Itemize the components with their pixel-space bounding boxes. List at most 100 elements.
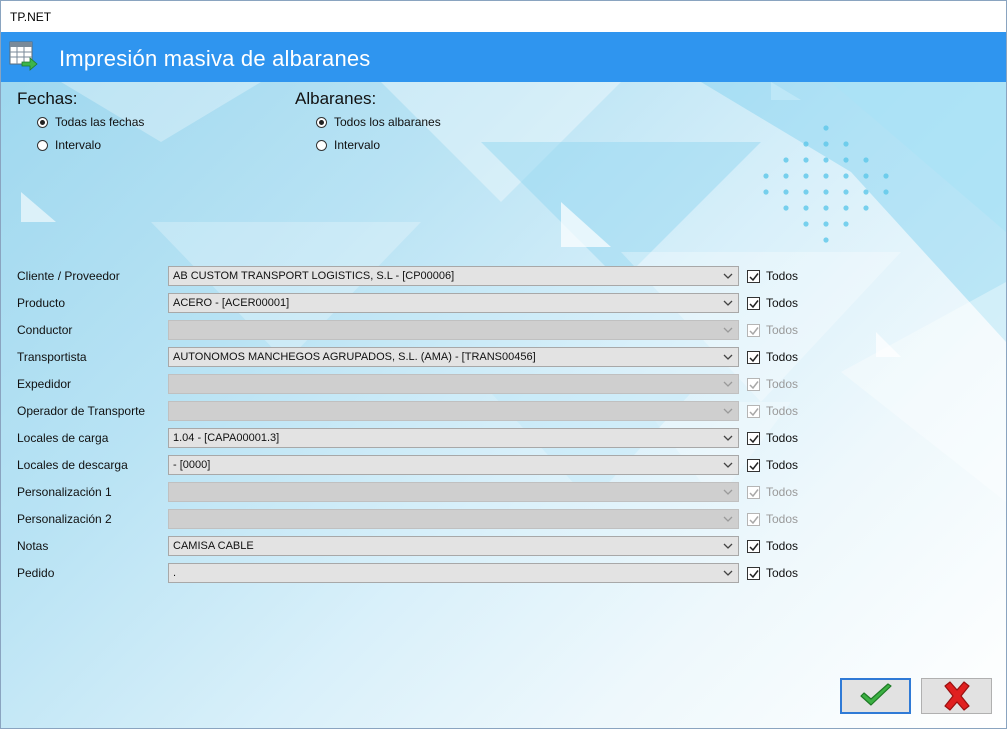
radio-todos-los-albaranes[interactable]: Todos los albaranes: [316, 115, 441, 129]
todos-checkbox-cliente-proveedor[interactable]: Todos: [747, 269, 798, 283]
label-personalizacion-1: Personalización 1: [17, 485, 112, 499]
chevron-down-icon[interactable]: [722, 458, 734, 472]
todos-checkbox-personalizacion-2: Todos: [747, 512, 798, 526]
chevron-down-icon[interactable]: [722, 323, 734, 337]
chevron-down-icon[interactable]: [722, 485, 734, 499]
albaranes-group-title: Albaranes:: [295, 89, 377, 108]
title-bar: TP.NET: [1, 1, 1006, 32]
todos-checkbox-pedido[interactable]: Todos: [747, 566, 798, 580]
checkbox-check-icon: [747, 350, 760, 364]
todos-label: Todos: [766, 539, 799, 553]
chevron-down-icon[interactable]: [722, 377, 734, 391]
cancel-button[interactable]: [921, 678, 992, 714]
todos-label: Todos: [766, 269, 799, 283]
todos-label: Todos: [766, 512, 799, 526]
todos-checkbox-expedidor: Todos: [747, 377, 798, 391]
todos-checkbox-operador-de-transporte: Todos: [747, 404, 798, 418]
label-expedidor: Expedidor: [17, 377, 72, 391]
radio-todas-las-fechas[interactable]: Todas las fechas: [37, 115, 144, 129]
label-locales-de-descarga: Locales de descarga: [17, 458, 128, 472]
checkbox-check-icon: [747, 377, 760, 391]
chevron-down-icon[interactable]: [722, 404, 734, 418]
radio-unselected-icon: [37, 139, 48, 151]
radio-intervalo-albaranes[interactable]: Intervalo: [316, 138, 380, 152]
chevron-down-icon[interactable]: [722, 350, 734, 364]
checkbox-check-icon: [747, 458, 760, 472]
combo-conductor: [168, 320, 739, 340]
app-window: TP.NET Impresión masiva de albaranes Fec…: [0, 0, 1007, 729]
radio-unselected-icon: [316, 139, 327, 151]
chevron-down-icon[interactable]: [722, 566, 734, 580]
todos-checkbox-personalizacion-1: Todos: [747, 485, 798, 499]
label-operador-de-transporte: Operador de Transporte: [17, 404, 146, 418]
combo-locales-de-carga[interactable]: 1.04 - [CAPA00001.3]: [168, 428, 739, 448]
checkbox-check-icon: [747, 404, 760, 418]
header-banner: Impresión masiva de albaranes: [1, 32, 1006, 82]
label-personalizacion-2: Personalización 2: [17, 512, 112, 526]
todos-label: Todos: [766, 323, 799, 337]
spreadsheet-arrow-icon: [9, 41, 38, 71]
page-title: Impresión masiva de albaranes: [59, 46, 371, 71]
combo-value: - [0000]: [173, 459, 211, 471]
red-x-icon: [943, 681, 970, 711]
todos-checkbox-locales-de-carga[interactable]: Todos: [747, 431, 798, 445]
combo-operador-de-transporte: [168, 401, 739, 421]
todos-label: Todos: [766, 566, 799, 580]
chevron-down-icon[interactable]: [722, 431, 734, 445]
label-producto: Producto: [17, 296, 66, 310]
main-content: Fechas: Todas las fechas Intervalo Albar…: [1, 82, 1006, 728]
accept-button[interactable]: [840, 678, 911, 714]
todos-label: Todos: [766, 377, 799, 391]
fechas-group-title: Fechas:: [17, 89, 78, 108]
checkbox-check-icon: [747, 296, 760, 310]
todos-checkbox-producto[interactable]: Todos: [747, 296, 798, 310]
checkbox-check-icon: [747, 512, 760, 526]
label-transportista: Transportista: [17, 350, 87, 364]
combo-producto[interactable]: ACERO - [ACER00001]: [168, 293, 739, 313]
combo-locales-de-descarga[interactable]: - [0000]: [168, 455, 739, 475]
todos-checkbox-notas[interactable]: Todos: [747, 539, 798, 553]
combo-cliente-proveedor[interactable]: AB CUSTOM TRANSPORT LOGISTICS, S.L - [CP…: [168, 266, 739, 286]
combo-pedido[interactable]: .: [168, 563, 739, 583]
todos-label: Todos: [766, 485, 799, 499]
label-notas: Notas: [17, 539, 49, 553]
todos-label: Todos: [766, 458, 799, 472]
todos-label: Todos: [766, 404, 799, 418]
chevron-down-icon[interactable]: [722, 512, 734, 526]
checkbox-check-icon: [747, 485, 760, 499]
checkbox-check-icon: [747, 323, 760, 337]
todos-label: Todos: [766, 296, 799, 310]
radio-selected-icon: [316, 116, 327, 128]
combo-value: CAMISA CABLE: [173, 540, 254, 552]
chevron-down-icon[interactable]: [722, 539, 734, 553]
todos-label: Todos: [766, 350, 799, 364]
combo-value: ACERO - [ACER00001]: [173, 297, 290, 309]
chevron-down-icon[interactable]: [722, 269, 734, 283]
label-pedido: Pedido: [17, 566, 55, 580]
radio-intervalo-fechas[interactable]: Intervalo: [37, 138, 101, 152]
green-check-icon: [859, 683, 892, 706]
combo-value: AB CUSTOM TRANSPORT LOGISTICS, S.L - [CP…: [173, 270, 455, 282]
radio-selected-icon: [37, 116, 48, 128]
combo-value: .: [173, 567, 177, 579]
todos-checkbox-locales-de-descarga[interactable]: Todos: [747, 458, 798, 472]
checkbox-check-icon: [747, 269, 760, 283]
window-title: TP.NET: [10, 10, 52, 24]
combo-value: AUTONOMOS MANCHEGOS AGRUPADOS, S.L. (AMA…: [173, 351, 536, 363]
chevron-down-icon[interactable]: [722, 296, 734, 310]
combo-personalizacion-1: [168, 482, 739, 502]
checkbox-check-icon: [747, 431, 760, 445]
combo-notas[interactable]: CAMISA CABLE: [168, 536, 739, 556]
checkbox-check-icon: [747, 539, 760, 553]
todos-checkbox-conductor: Todos: [747, 323, 798, 337]
combo-expedidor: [168, 374, 739, 394]
label-cliente-proveedor: Cliente / Proveedor: [17, 269, 120, 283]
checkbox-check-icon: [747, 566, 760, 580]
combo-value: 1.04 - [CAPA00001.3]: [173, 432, 280, 444]
combo-personalizacion-2: [168, 509, 739, 529]
label-locales-de-carga: Locales de carga: [17, 431, 109, 445]
label-conductor: Conductor: [17, 323, 73, 337]
combo-transportista[interactable]: AUTONOMOS MANCHEGOS AGRUPADOS, S.L. (AMA…: [168, 347, 739, 367]
todos-checkbox-transportista[interactable]: Todos: [747, 350, 798, 364]
todos-label: Todos: [766, 431, 799, 445]
